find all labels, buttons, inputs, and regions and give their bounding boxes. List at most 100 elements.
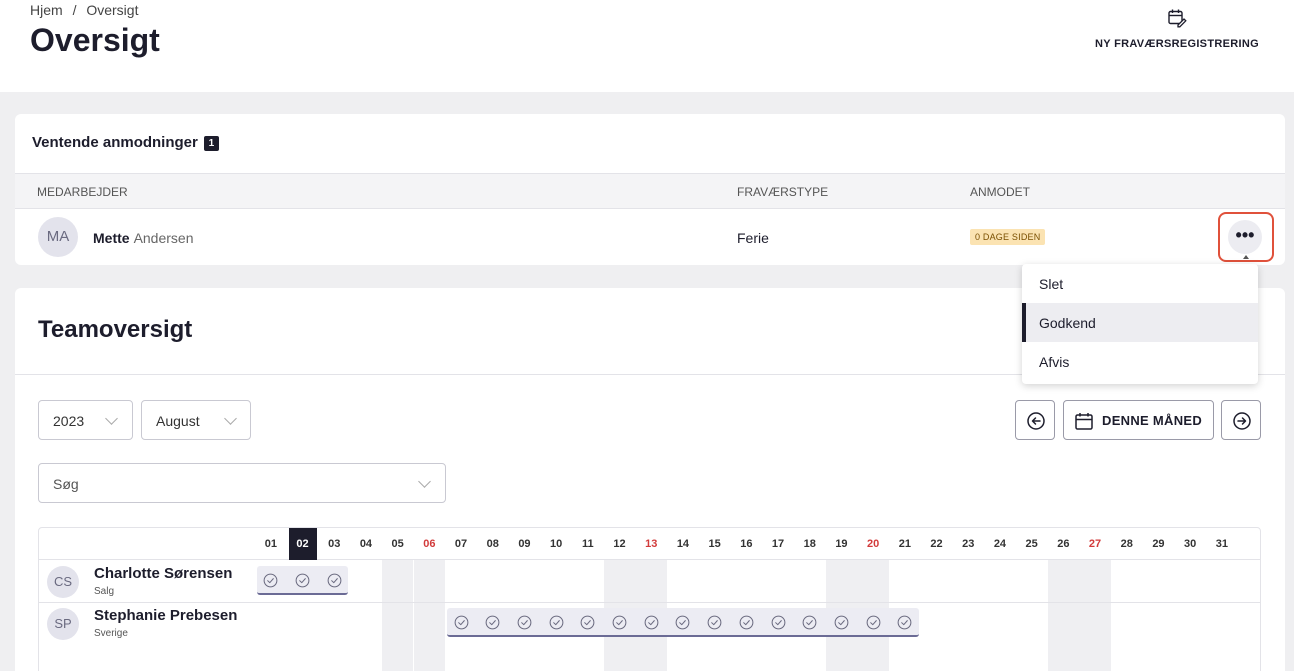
arrow-left-circle-icon [1027,412,1045,430]
today-marker: 02 [288,528,317,560]
check-circle-icon [612,615,627,630]
year-value: 2023 [53,413,85,429]
status-badge: 0 DAGE SIDEN [970,229,1046,245]
check-circle-icon [739,615,754,630]
calendar-day-label: 31 [1215,538,1228,550]
employee-department: Salg [94,586,115,597]
next-month-button[interactable] [1221,400,1261,440]
absence-bar[interactable] [257,566,349,595]
calendar-day-label: 08 [486,538,499,550]
calendar-day-label: 19 [835,538,848,550]
calendar-day-label: 27 [1088,538,1102,550]
column-absence-type: FRAVÆRSTYPE [737,185,829,199]
column-employee: MEDARBEJDER [37,185,128,199]
avatar: CS [47,566,79,598]
page-title: Oversigt [30,22,160,58]
check-circle-icon [517,615,532,630]
check-circle-icon [327,573,342,588]
breadcrumb: Hjem / Oversigt [30,2,144,18]
calendar-day-label: 07 [454,538,468,550]
calendar-day-label: 25 [1025,538,1038,550]
pending-requests-title: Ventende anmodninger 1 [32,134,219,151]
chevron-down-icon [418,475,431,488]
check-circle-icon [707,615,722,630]
check-circle-icon [866,615,881,630]
absence-type: Ferie [737,230,769,246]
calendar-day-label: 15 [708,538,721,550]
employee-last-name: Andersen [133,230,194,246]
pending-title-text: Ventende anmodninger [32,134,198,151]
calendar-day-label: 04 [359,538,373,550]
menu-item-delete[interactable]: Slet [1022,264,1258,303]
new-absence-button[interactable]: NY FRAVÆRSREGISTRERING [1092,8,1262,50]
more-actions-button[interactable]: ••• [1228,220,1262,254]
arrow-right-circle-icon [1233,412,1251,430]
previous-month-button[interactable] [1015,400,1055,440]
chevron-down-icon [224,412,237,425]
new-absence-label: NY FRAVÆRSREGISTRERING [1095,38,1259,50]
calendar-day-label: 26 [1057,538,1070,550]
caret-up-icon [1243,255,1249,259]
calendar-employee-row: SP Stephanie Prebesen Sverige [39,603,1260,644]
month-value: August [156,413,200,429]
pending-requests-card: Ventende anmodninger 1 MEDARBEJDER FRAVÆR… [15,114,1285,265]
calendar-day-label: 18 [803,538,816,550]
calendar-edit-icon [1168,9,1187,28]
employee-name[interactable]: Charlotte Sørensen [94,565,232,582]
employee-name[interactable]: Stephanie Prebesen [94,607,237,624]
year-select[interactable]: 2023 [38,400,133,440]
avatar: SP [47,608,79,640]
search-select[interactable]: Søg [38,463,446,503]
employee-first-name: Mette [93,230,130,246]
avatar: MA [38,217,78,257]
absence-bar[interactable] [447,608,919,637]
calendar-day-label: 30 [1184,538,1197,550]
calendar-day-label: 06 [423,538,436,550]
calendar-day-label: 23 [962,538,975,550]
calendar-day-label: 10 [550,538,563,550]
calendar-day-label: 29 [1152,538,1165,550]
calendar-day-label: 02 [287,528,319,560]
calendar-day-label: 21 [898,538,911,550]
check-circle-icon [676,615,690,630]
calendar-day-label: 17 [771,538,785,550]
pending-count-badge: 1 [203,136,219,151]
menu-item-label: Godkend [1039,315,1096,331]
calendar-icon [1075,413,1093,430]
menu-item-label: Slet [1039,276,1064,292]
calendar-day-label: 14 [676,538,690,550]
calendar-day-label: 12 [613,538,626,550]
employee-department: Sverige [94,628,128,639]
top-bar: Hjem / Oversigt Oversigt NY FRAVÆRSREGIS… [0,0,1294,92]
calendar-day-label: 24 [993,538,1007,550]
employee-name: Mette Andersen [93,230,194,246]
check-circle-icon [897,615,912,630]
check-circle-icon [485,615,500,630]
menu-item-approve[interactable]: Godkend [1022,303,1258,342]
table-row[interactable]: MA Mette Andersen Ferie 0 DAGE SIDEN ••• [15,209,1285,265]
calendar-day-label: 01 [264,538,277,550]
check-circle-icon [295,573,310,588]
calendar-day-label: 09 [518,538,531,550]
calendar-employee-row: CS Charlotte Sørensen Salg [39,561,1260,602]
calendar-day-label: 16 [740,538,753,550]
column-requested: ANMODET [970,185,1030,199]
breadcrumb-separator: / [72,2,77,18]
team-overview-title: Teamoversigt [38,316,193,343]
this-month-button[interactable]: DENNE MÅNED [1063,400,1214,440]
menu-item-label: Afvis [1039,354,1070,370]
breadcrumb-home[interactable]: Hjem [30,2,63,18]
menu-item-reject[interactable]: Afvis [1022,342,1258,381]
breadcrumb-current: Oversigt [86,2,139,18]
team-calendar: 01 02 03 04 05 06 07 08 09 10 11 12 13 14 15 16 17 18 19 20… [38,527,1261,671]
calendar-day-label: 13 [645,538,658,550]
pending-table-header: MEDARBEJDER FRAVÆRSTYPE ANMODET [15,173,1285,209]
calendar-day-label: 05 [391,538,404,550]
calendar-day-header: 01 02 03 04 05 06 07 08 09 10 11 12 13 14 15 16 17 18 19 20… [39,528,1260,560]
this-month-label: DENNE MÅNED [1102,413,1203,428]
check-circle-icon [454,615,468,630]
month-select[interactable]: August [141,400,251,440]
actions-dropdown-menu: Slet Godkend Afvis [1022,264,1258,384]
calendar-day-label: 20 [867,538,880,550]
check-circle-icon [771,615,785,630]
